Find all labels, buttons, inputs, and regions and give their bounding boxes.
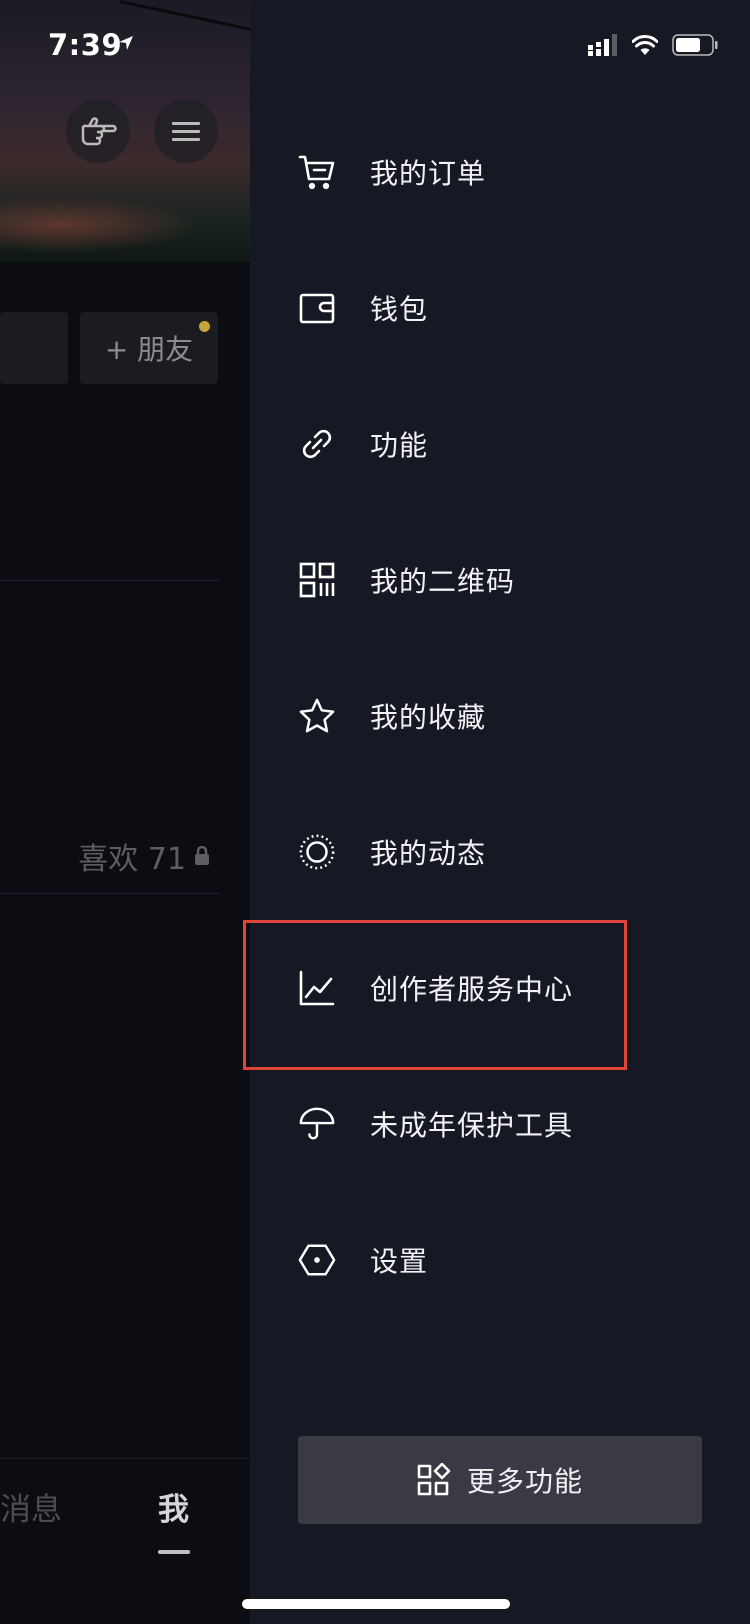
- cover-image-detail: [119, 0, 250, 33]
- menu-item-settings[interactable]: 设置: [250, 1192, 750, 1328]
- menu-item-moments[interactable]: 我的动态: [250, 784, 750, 920]
- cart-icon: [298, 153, 336, 191]
- qr-code-icon: [298, 561, 336, 599]
- add-friend-button[interactable]: + 朋友: [80, 312, 218, 384]
- notification-dot: [199, 321, 210, 332]
- menu-item-label: 我的订单: [370, 157, 487, 190]
- hexagon-settings-icon: [298, 1241, 336, 1279]
- star-icon: [298, 697, 336, 735]
- likes-tab[interactable]: 喜欢 71: [78, 834, 210, 878]
- tab-bar-divider: [0, 1458, 250, 1459]
- menu-item-favorites[interactable]: 我的收藏: [250, 648, 750, 784]
- more-functions-button[interactable]: 更多功能: [298, 1436, 702, 1524]
- profile-page-background: 7:39 + 朋友 喜欢 71 消息 我: [0, 0, 250, 1624]
- highlight-box: [243, 920, 627, 1070]
- likes-label: 喜欢 71: [78, 842, 186, 877]
- link-icon: [298, 425, 336, 463]
- menu-item-label: 设置: [370, 1245, 429, 1278]
- pointing-hand-icon: [79, 114, 117, 148]
- umbrella-icon: [298, 1105, 336, 1143]
- pointer-hand-button[interactable]: [66, 99, 130, 163]
- status-icons: [588, 34, 718, 56]
- edit-profile-button[interactable]: [0, 312, 68, 384]
- menu-item-label: 功能: [370, 429, 429, 462]
- menu-item-orders[interactable]: 我的订单: [250, 104, 750, 240]
- tab-messages[interactable]: 消息: [0, 1484, 62, 1529]
- tab-me[interactable]: 我: [158, 1484, 189, 1529]
- menu-item-qr-code[interactable]: 我的二维码: [250, 512, 750, 648]
- status-time: 7:39: [48, 28, 123, 62]
- menu-item-label: 钱包: [370, 293, 429, 326]
- menu-item-label: 我的收藏: [370, 701, 487, 734]
- menu-item-label: 我的动态: [370, 837, 487, 870]
- active-tab-indicator: [158, 1550, 190, 1554]
- home-indicator: [242, 1599, 510, 1609]
- menu-item-functions[interactable]: 功能: [250, 376, 750, 512]
- dotted-circle-icon: [298, 833, 336, 871]
- wifi-icon: [632, 35, 658, 55]
- menu-item-label: 未成年保护工具: [370, 1109, 574, 1142]
- menu-item-wallet[interactable]: 钱包: [250, 240, 750, 376]
- location-arrow-icon: [118, 35, 134, 51]
- signal-icon: [588, 34, 618, 56]
- menu-button[interactable]: [154, 99, 218, 163]
- wallet-icon: [298, 289, 336, 327]
- add-friend-label: + 朋友: [104, 333, 194, 366]
- menu-item-label: 我的二维码: [370, 565, 516, 598]
- menu-item-minor-protection[interactable]: 未成年保护工具: [250, 1056, 750, 1192]
- divider: [0, 893, 220, 894]
- hamburger-icon: [172, 117, 200, 146]
- battery-icon: [672, 34, 718, 56]
- divider: [0, 580, 220, 581]
- side-drawer: 我的订单 钱包 功能 我的二维码 我的收藏 我的动态 创作者服务中心 未成年保护…: [242, 0, 750, 1624]
- apps-grid-icon: [417, 1463, 451, 1497]
- more-functions-label: 更多功能: [466, 1465, 583, 1498]
- lock-icon: [194, 846, 210, 866]
